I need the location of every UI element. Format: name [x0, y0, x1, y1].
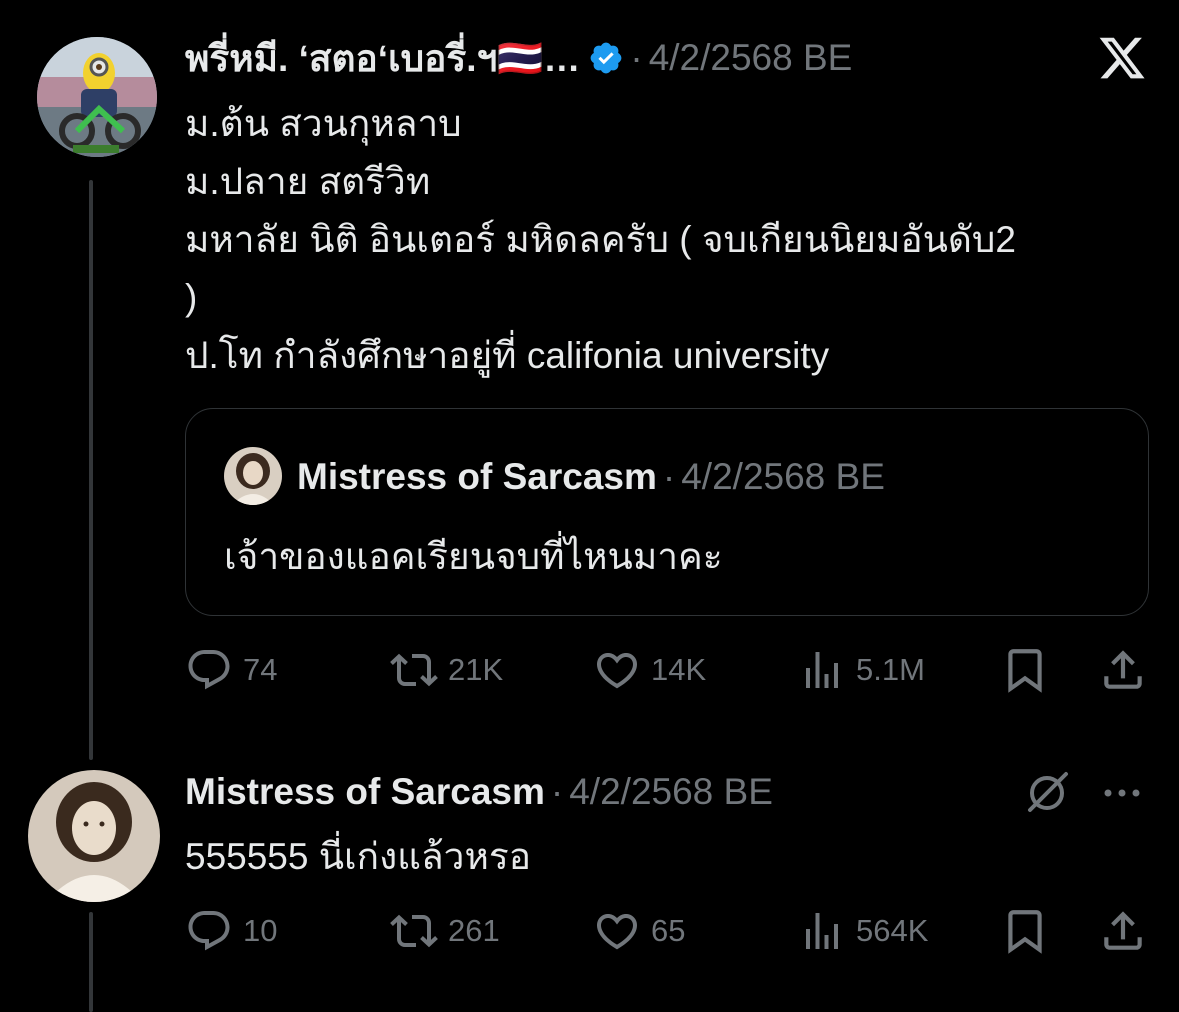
share-icon [1098, 645, 1148, 695]
share-button[interactable] [1098, 645, 1148, 695]
reply-button[interactable]: 10 [185, 906, 277, 956]
tweet2-header: Mistress of Sarcasm · 4/2/2568 BE [185, 766, 773, 818]
repost-count: 261 [448, 913, 500, 948]
like-count: 14K [651, 652, 707, 687]
heart-icon [593, 646, 641, 694]
quote-header: Mistress of Sarcasm · 4/2/2568 BE [297, 453, 885, 501]
like-button[interactable]: 65 [593, 906, 685, 956]
x-logo-icon[interactable] [1097, 33, 1147, 83]
views-count: 5.1M [856, 652, 925, 687]
views-icon [798, 646, 846, 694]
verified-badge-icon [588, 40, 624, 76]
tweet-line: ป.โท กำลังศึกษาอยู่ที่ califonia univers… [185, 335, 830, 376]
quote-timestamp: 4/2/2568 BE [681, 456, 885, 497]
tweet1-actions: 74 21K 14K 5.1M [185, 645, 1149, 695]
bookmark-button[interactable] [1000, 645, 1050, 695]
bookmark-button[interactable] [1000, 906, 1050, 956]
tweet-line: ) [185, 277, 198, 318]
repost-button[interactable]: 261 [390, 906, 500, 956]
views-count: 564K [856, 913, 929, 948]
tweet2-actions: 10 261 65 564K [185, 906, 1149, 956]
tweet1-header: พรี่หมี. ‘สตอ‘เบอรี่.ฯ🇹🇭… · 4/2/2568 BE [185, 32, 852, 84]
reply-button[interactable]: 74 [185, 645, 277, 695]
tweet2-body: 555555 นี่เก่งแล้วหรอ [185, 828, 531, 886]
separator: · [662, 456, 676, 497]
thread-line-top [89, 180, 93, 760]
repost-icon [390, 646, 438, 694]
author-name[interactable]: Mistress of Sarcasm [185, 771, 545, 813]
quoted-tweet[interactable]: Mistress of Sarcasm · 4/2/2568 BE เจ้าขอ… [185, 408, 1149, 616]
grok-icon[interactable] [1022, 768, 1072, 818]
heart-icon [593, 907, 641, 955]
tweet-line: ม.ต้น สวนกุหลาบ [185, 103, 462, 144]
repost-icon [390, 907, 438, 955]
reply-count: 10 [243, 913, 278, 948]
separator: · [550, 771, 564, 812]
timestamp[interactable]: 4/2/2568 BE [649, 37, 853, 79]
like-count: 65 [651, 913, 686, 948]
tweet1-body: ม.ต้น สวนกุหลาบ ม.ปลาย สตรีวิท มหาลัย นิ… [185, 95, 1016, 385]
quote-author-name: Mistress of Sarcasm [297, 456, 657, 497]
quote-avatar [224, 447, 282, 505]
tweet-line: ม.ปลาย สตรีวิท [185, 161, 431, 202]
quote-text: เจ้าของแอคเรียนจบที่ไหนมาคะ [224, 536, 723, 577]
avatar[interactable] [37, 37, 157, 157]
more-icon[interactable] [1098, 778, 1146, 808]
reply-icon [185, 646, 233, 694]
reply-avatar[interactable] [28, 770, 160, 902]
reply-count: 74 [243, 652, 278, 687]
separator: · [630, 37, 643, 78]
reply-icon [185, 907, 233, 955]
bookmark-icon [1000, 645, 1050, 695]
tweet-line: มหาลัย นิติ อินเตอร์ มหิดลครับ ( จบเกียน… [185, 219, 1016, 260]
bookmark-icon [1000, 906, 1050, 956]
timestamp[interactable]: 4/2/2568 BE [569, 771, 773, 813]
views-button[interactable]: 564K [798, 906, 928, 956]
author-name[interactable]: พรี่หมี. ‘สตอ‘เบอรี่.ฯ🇹🇭… [185, 29, 580, 88]
repost-button[interactable]: 21K [390, 645, 503, 695]
tweet-line: 555555 นี่เก่งแล้วหรอ [185, 836, 531, 877]
views-button[interactable]: 5.1M [798, 645, 925, 695]
thread-line-bottom [89, 912, 93, 1012]
views-icon [798, 907, 846, 955]
like-button[interactable]: 14K [593, 645, 706, 695]
share-icon [1098, 906, 1148, 956]
share-button[interactable] [1098, 906, 1148, 956]
repost-count: 21K [448, 652, 504, 687]
